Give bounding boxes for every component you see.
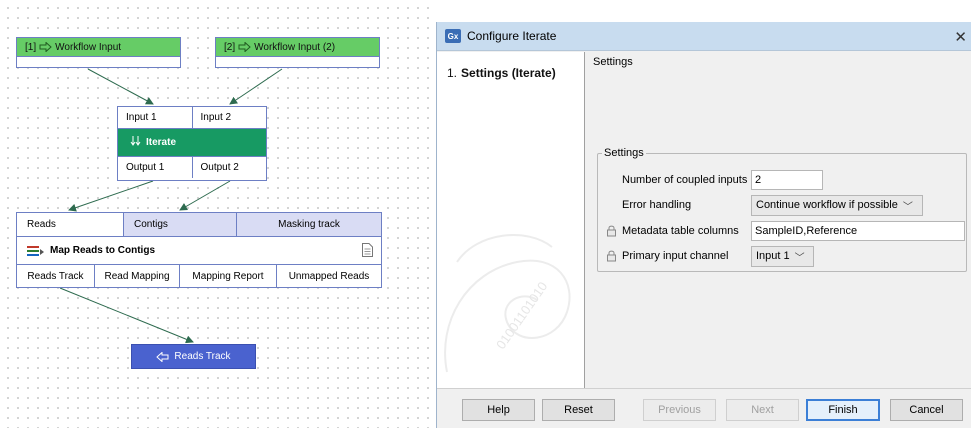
chevron-down-icon: ﹀: [902, 201, 913, 213]
connection-input1-iterate: [87, 68, 154, 105]
row-error-handling: Error handling Continue workflow if poss…: [598, 194, 966, 216]
workflow-input-1-index: [1]: [25, 41, 37, 53]
content-heading: Settings: [593, 56, 633, 68]
finish-button[interactable]: Finish: [806, 399, 880, 421]
row-metadata-columns: Metadata table columns SampleID,Referenc…: [598, 220, 966, 242]
map-reads-inputs: Reads Contigs Masking track: [17, 213, 381, 236]
output-arrow-icon: [156, 351, 169, 362]
workflow-output-label: Reads Track: [174, 351, 231, 362]
coupled-inputs-label: Number of coupled inputs: [622, 174, 748, 186]
document-icon[interactable]: [362, 243, 373, 257]
output-port-read-mapping[interactable]: Read Mapping: [95, 265, 180, 287]
close-icon[interactable]: ✕: [954, 28, 967, 46]
iterate-body[interactable]: Iterate: [118, 128, 266, 157]
app-icon: Gx: [445, 29, 461, 43]
dialog-titlebar[interactable]: Gx Configure Iterate ✕: [437, 22, 971, 51]
output-port-mapping-report[interactable]: Mapping Report: [180, 265, 277, 287]
reset-button[interactable]: Reset: [542, 399, 615, 421]
next-button[interactable]: Next: [726, 399, 799, 421]
error-handling-label: Error handling: [622, 199, 692, 211]
error-handling-value: Continue workflow if possible: [756, 199, 898, 211]
iterate-output-port-2[interactable]: Output 2: [193, 157, 267, 178]
wizard-area: 1. Settings (Iterate) 01001101010 Setting…: [437, 52, 971, 388]
wizard-step-number: 1.: [447, 66, 458, 80]
coupled-inputs-field[interactable]: 2: [751, 170, 823, 190]
workflow-input-1-label: Workflow Input: [55, 41, 122, 53]
row-coupled-inputs: Number of coupled inputs 2: [598, 169, 966, 191]
workflow-input-2[interactable]: [2] Workflow Input (2): [215, 37, 380, 68]
map-reads-name: Map Reads to Contigs: [50, 245, 156, 256]
map-reads-icon: [27, 245, 44, 256]
configure-iterate-dialog: Gx Configure Iterate ✕ 1. Settings (Itera…: [436, 22, 971, 428]
metadata-columns-label: Metadata table columns: [622, 225, 739, 237]
input-port-masking-track[interactable]: Masking track: [237, 213, 381, 236]
primary-channel-label: Primary input channel: [622, 250, 729, 262]
wizard-steps-panel: 1. Settings (Iterate) 01001101010: [437, 52, 585, 388]
row-primary-channel: Primary input channel Input 1 ﹀: [598, 245, 966, 267]
watermark-text: 01001101010: [493, 279, 550, 352]
primary-channel-value: Input 1: [756, 250, 790, 262]
iterate-icon: [130, 135, 141, 150]
settings-group: Settings Number of coupled inputs 2 Erro…: [597, 147, 967, 272]
map-reads-to-contigs-element[interactable]: Reads Contigs Masking track Map Reads to…: [16, 212, 382, 288]
input-port-contigs[interactable]: Contigs: [124, 213, 237, 236]
connection-input2-iterate: [229, 68, 283, 105]
iterate-output-port-1[interactable]: Output 1: [118, 157, 193, 178]
input-arrow-icon: [39, 42, 52, 52]
iterate-inputs: Input 1 Input 2: [118, 107, 266, 128]
chevron-down-icon: ﹀: [794, 252, 805, 264]
help-button[interactable]: Help: [462, 399, 535, 421]
iterate-outputs: Output 1 Output 2: [118, 157, 266, 178]
map-reads-body[interactable]: Map Reads to Contigs: [17, 236, 381, 265]
iterate-input-port-2[interactable]: Input 2: [193, 107, 267, 128]
iterate-input-port-1[interactable]: Input 1: [118, 107, 193, 128]
iterate-name: Iterate: [146, 137, 177, 148]
wizard-step-settings[interactable]: 1. Settings (Iterate): [447, 66, 556, 80]
primary-channel-select[interactable]: Input 1 ﹀: [751, 245, 814, 267]
workflow-output-reads-track[interactable]: Reads Track: [131, 344, 256, 369]
dialog-title: Configure Iterate: [467, 29, 557, 43]
workflow-input-1[interactable]: [1] Workflow Input: [16, 37, 181, 68]
connection-iterate-reads: [68, 180, 154, 212]
error-handling-select[interactable]: Continue workflow if possible ﹀: [751, 194, 923, 216]
iterate-element[interactable]: Input 1 Input 2 Iterate Output 1 Output …: [117, 106, 267, 181]
previous-button[interactable]: Previous: [643, 399, 716, 421]
workflow-input-2-label: Workflow Input (2): [254, 41, 336, 53]
wizard-content: Settings Settings Number of coupled inpu…: [587, 52, 971, 388]
dialog-button-bar: Help Reset Previous Next Finish Cancel: [437, 388, 971, 428]
workflow-canvas[interactable]: [1] Workflow Input [2] Workflow Input (2…: [0, 0, 430, 428]
output-port-reads-track[interactable]: Reads Track: [17, 265, 95, 287]
metadata-columns-field[interactable]: SampleID,Reference: [751, 221, 965, 241]
cancel-button[interactable]: Cancel: [890, 399, 963, 421]
workflow-input-2-index: [2]: [224, 41, 236, 53]
decorative-watermark: 01001101010: [444, 234, 571, 373]
connection-readstrack-output: [59, 287, 194, 344]
output-port-unmapped-reads[interactable]: Unmapped Reads: [277, 265, 381, 287]
input-port-reads[interactable]: Reads: [17, 213, 124, 236]
settings-group-title: Settings: [604, 147, 644, 159]
lock-icon[interactable]: [606, 224, 617, 237]
map-reads-outputs: Reads Track Read Mapping Mapping Report …: [17, 265, 381, 287]
connection-iterate-contigs: [179, 180, 231, 211]
lock-icon[interactable]: [606, 249, 617, 262]
input-arrow-icon: [238, 42, 251, 52]
wizard-step-label: Settings (Iterate): [461, 66, 556, 80]
